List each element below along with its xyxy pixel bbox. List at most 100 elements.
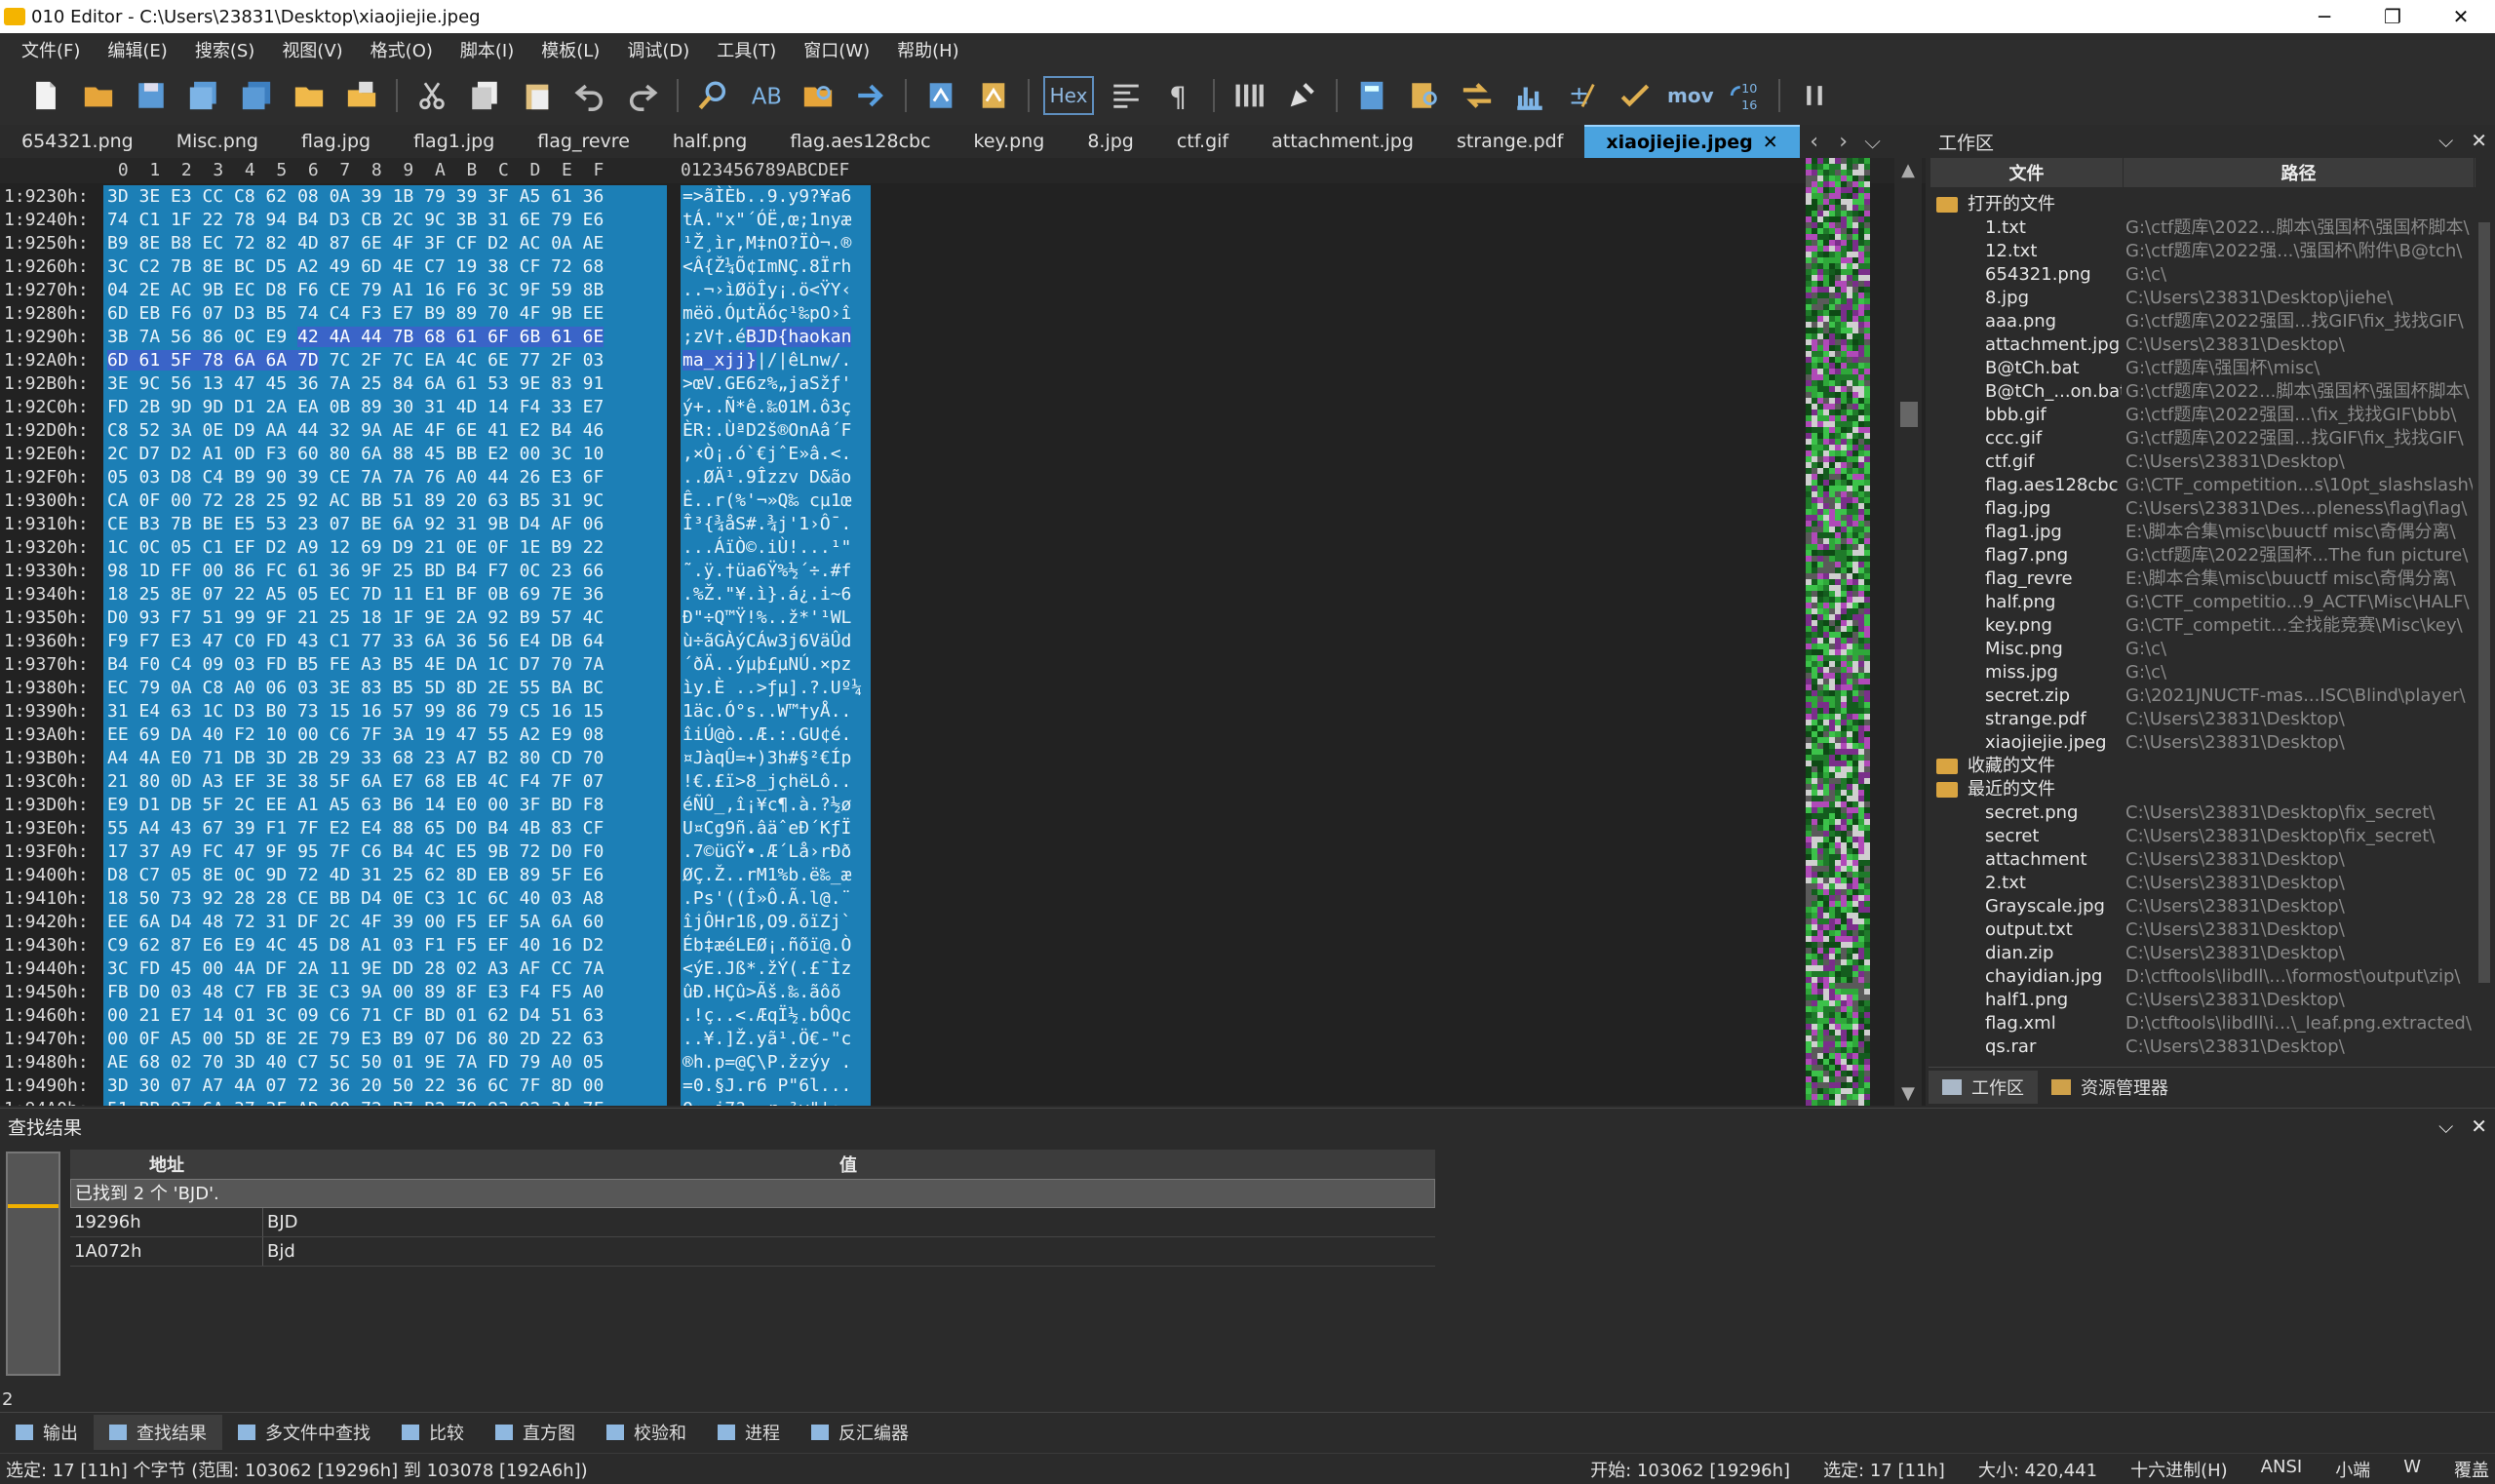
ascii-text[interactable]: tÁ."x"´ÓË,œ;1nyæ <box>681 209 871 232</box>
status-mode[interactable]: 十六进制(H) <box>2130 1457 2228 1482</box>
tab-ctf-gif[interactable]: ctf.gif <box>1155 125 1250 158</box>
col-address[interactable]: 地址 <box>70 1150 263 1179</box>
menu-edit[interactable]: 编辑(E) <box>94 37 180 62</box>
ascii-text[interactable]: ..¥.]Ž.yã¹.Ö€-"c <box>681 1028 871 1051</box>
menu-file[interactable]: 文件(F) <box>8 37 94 62</box>
tab-xiaojiejie-jpeg[interactable]: xiaojiejie.jpeg ✕ <box>1584 125 1800 158</box>
ascii-text[interactable]: .Ps'((Î»Ô.Ã.l@.¨ <box>681 887 871 911</box>
ascii-text[interactable]: Ê..r(%'¬»Q‰ cµ1œ <box>681 489 871 513</box>
hex-bytes[interactable]: EC 79 0A C8 A0 06 03 3E 83 B5 5D 8D 2E 5… <box>103 677 667 700</box>
tab-attachment-jpg[interactable]: attachment.jpg <box>1250 125 1435 158</box>
workspace-file-row[interactable]: half.png G:\CTF_competitio...9_ACTF\Misc\… <box>1929 591 2475 614</box>
ascii-text[interactable]: ìy.È ..>ƒµ].?.Uº¼ <box>681 677 871 700</box>
ascii-text[interactable]: ¹Ž¸ìr‚M‡nO?ÏÒ¬.® <box>681 232 871 255</box>
hex-bytes[interactable]: 3C C2 7B 8E BC D5 A2 49 6D 4E C7 19 38 C… <box>103 255 667 279</box>
save-icon[interactable] <box>132 76 171 115</box>
find-icon[interactable] <box>693 76 732 115</box>
tab-histogram[interactable]: 直方图 <box>480 1415 591 1450</box>
hex-bytes[interactable]: 18 25 8E 07 22 A5 05 EC 7D 11 E1 BF 0B 6… <box>103 583 667 606</box>
hex-bytes[interactable]: 6D EB F6 07 D3 B5 74 C4 F3 E7 B9 89 70 4… <box>103 302 667 326</box>
ascii-text[interactable]: îiÚ@ò..Æ.:.GU¢é. <box>681 723 871 747</box>
workspace-file-row[interactable]: flag7.png G:\ctf题库\2022强国杯...The fun pict… <box>1929 544 2475 567</box>
hex-bytes[interactable]: 74 C1 1F 22 78 94 B4 D3 CB 2C 9C 3B 31 6… <box>103 209 667 232</box>
tab-654321-png[interactable]: 654321.png <box>0 125 155 158</box>
workspace-file-row[interactable]: miss.jpg G:\c\ <box>1929 661 2475 684</box>
tab-flag-aes128cbc[interactable]: flag.aes128cbc <box>768 125 952 158</box>
tab-half-png[interactable]: half.png <box>651 125 768 158</box>
ascii-text[interactable]: ®h.p=@Ç\P.žzýy . <box>681 1051 871 1074</box>
ascii-text[interactable]: ma_xjj}|/|êLnw/. <box>681 349 871 372</box>
ascii-text[interactable]: Ð"÷Q™Ÿ!%..ž*'¹WL <box>681 606 871 630</box>
workspace-file-row[interactable]: secret C:\Users\23831\Desktop\fix_secret\ <box>1929 825 2475 848</box>
tab-next-icon[interactable]: › <box>1829 130 1858 154</box>
ascii-text[interactable]: ý+..Ñ*ê.‰01M.ô3ç <box>681 396 871 419</box>
hex-bytes[interactable]: 51 BB 97 6A 37 3F AD 00 72 B7 B2 79 93 9… <box>103 1098 667 1106</box>
hex-bytes[interactable]: 21 80 0D A3 EF 3E 38 5F 6A E7 68 EB 4C F… <box>103 770 667 794</box>
ascii-text[interactable]: ...ÁïÒ©.iÙ!...¹" <box>681 536 871 560</box>
workspace-scrollbar[interactable] <box>2476 193 2493 1061</box>
workspace-file-row[interactable]: 2.txt C:\Users\23831\Desktop\ <box>1929 872 2475 895</box>
workspace-file-row[interactable]: attachment C:\Users\23831\Desktop\ <box>1929 848 2475 872</box>
hex-row[interactable]: 1:9410h: 18 50 73 92 28 28 CE BB D4 0E C3… <box>0 887 1926 911</box>
chevron-down-icon[interactable]: ⌵ <box>2438 1114 2453 1138</box>
tab-explorer[interactable]: 资源管理器 <box>2038 1071 2182 1104</box>
workspace-file-row[interactable]: qs.rar C:\Users\23831\Desktop\ <box>1929 1035 2475 1059</box>
hex-bytes[interactable]: FD 2B 9D 9D D1 2A EA 0B 89 30 31 4D 14 F… <box>103 396 667 419</box>
ascii-text[interactable]: ÈR:.ÙªD2š®OnAâ´F <box>681 419 871 443</box>
chevron-down-icon[interactable]: ⌵ <box>2438 129 2453 152</box>
hex-bytes[interactable]: 55 A4 43 67 39 F1 7F E2 E4 88 65 D0 B4 4… <box>103 817 667 840</box>
tab-compare[interactable]: 比较 <box>386 1415 480 1450</box>
hex-mode-button[interactable]: Hex <box>1043 76 1094 115</box>
hex-row[interactable]: 1:92E0h: 2C D7 D2 A1 0D F3 60 80 6A 88 45… <box>0 443 1926 466</box>
new-file-icon[interactable] <box>26 76 65 115</box>
hex-body[interactable]: 1:9230h: 3D 3E E3 CC C8 62 08 0A 39 1B 79… <box>0 185 1926 1106</box>
hex-row[interactable]: 1:9360h: F9 F7 E3 47 C0 FD 43 C1 77 33 6A… <box>0 630 1926 653</box>
hex-bytes[interactable]: AE 68 02 70 3D 40 C7 5C 50 01 9E 7A FD 7… <box>103 1051 667 1074</box>
hex-bytes[interactable]: B4 F0 C4 09 03 FD B5 FE A3 B5 4E DA 1C D… <box>103 653 667 677</box>
group-recent-files[interactable]: 最近的文件 <box>1929 778 2475 801</box>
open-folder-icon[interactable] <box>79 76 118 115</box>
workspace-file-row[interactable]: aaa.png G:\ctf题库\2022强国...找GIF\fix_找找GIF\ <box>1929 310 2475 333</box>
close-icon[interactable]: ✕ <box>2471 129 2487 152</box>
col-value[interactable]: 值 <box>263 1150 1433 1179</box>
tab-flag-revre[interactable]: flag_revre <box>516 125 651 158</box>
hex-bytes[interactable]: A4 4A E0 71 DB 3D 2B 29 33 68 23 A7 B2 8… <box>103 747 667 770</box>
menu-script[interactable]: 脚本(I) <box>447 37 527 62</box>
group-favorite-files[interactable]: 收藏的文件 <box>1929 755 2475 778</box>
ascii-text[interactable]: 1äc.Ó°s..W™†yÅ.. <box>681 700 871 723</box>
status-overwrite[interactable]: 覆盖 <box>2454 1457 2489 1482</box>
workspace-file-row[interactable]: 8.jpg C:\Users\23831\Desktop\jiehe\ <box>1929 287 2475 310</box>
tab-flag-jpg[interactable]: flag.jpg <box>280 125 392 158</box>
hex-row[interactable]: 1:92A0h: 6D 61 5F 78 6A 6A 7D 7C 2F 7C EA… <box>0 349 1926 372</box>
hex-bytes[interactable]: EE 69 DA 40 F2 10 00 C6 7F 3A 19 47 55 A… <box>103 723 667 747</box>
scroll-thumb[interactable] <box>1900 402 1918 427</box>
hex-row[interactable]: 1:9430h: C9 62 87 E6 E9 4C 45 D8 A1 03 F1… <box>0 934 1926 957</box>
workspace-file-row[interactable]: attachment.jpg C:\Users\23831\Desktop\ <box>1929 333 2475 357</box>
workspace-file-row[interactable]: 12.txt G:\ctf题库\2022强...\强国杯\附件\B@tch\ <box>1929 240 2475 263</box>
menu-debug[interactable]: 调试(D) <box>613 37 703 62</box>
calculator-icon[interactable] <box>1352 76 1391 115</box>
hex-row[interactable]: 1:9460h: 00 21 E7 14 01 3C 09 C6 71 CF BD… <box>0 1004 1926 1028</box>
workspace-file-row[interactable]: bbb.gif G:\ctf题库\2022强国...\fix_找找GIF\bbb\ <box>1929 404 2475 427</box>
hex-bytes[interactable]: E9 D1 DB 5F 2C EE A1 A5 63 B6 14 E0 00 3… <box>103 794 667 817</box>
hex-row[interactable]: 1:9440h: 3C FD 45 00 4A DF 2A 11 9E DD 28… <box>0 957 1926 981</box>
hex-bytes[interactable]: 3D 3E E3 CC C8 62 08 0A 39 1B 79 39 3F A… <box>103 185 667 209</box>
hex-row[interactable]: 1:9350h: D0 93 F7 51 99 9F 21 25 18 1F 9E… <box>0 606 1926 630</box>
hex-row[interactable]: 1:93D0h: E9 D1 DB 5F 2C EE A1 A5 63 B6 14… <box>0 794 1926 817</box>
scroll-down-icon[interactable]: ▼ <box>1898 1083 1918 1104</box>
ascii-text[interactable]: !€.£ï>8_jçhëLô.. <box>681 770 871 794</box>
hex-bytes[interactable]: 98 1D FF 00 86 FC 61 36 9F 25 BD B4 F7 0… <box>103 560 667 583</box>
columns-icon[interactable] <box>1229 76 1268 115</box>
hex-bytes[interactable]: D8 C7 05 8E 0C 9D 72 4D 31 25 62 8D EB 8… <box>103 864 667 887</box>
status-write[interactable]: W <box>2403 1457 2421 1482</box>
workspace-file-row[interactable]: secret.png C:\Users\23831\Desktop\fix_sec… <box>1929 801 2475 825</box>
close-tab-icon[interactable]: ✕ <box>1763 132 1778 153</box>
hex-bytes[interactable]: 31 E4 63 1C D3 B0 73 15 16 57 99 86 79 C… <box>103 700 667 723</box>
hex-row[interactable]: 1:93B0h: A4 4A E0 71 DB 3D 2B 29 33 68 23… <box>0 747 1926 770</box>
undo-icon[interactable] <box>570 76 609 115</box>
base-convert-icon[interactable]: 10 16 <box>1725 76 1764 115</box>
hex-bytes[interactable]: CA 0F 00 72 28 25 92 AC BB 51 89 20 63 B… <box>103 489 667 513</box>
ascii-text[interactable]: îjÔHr1ß,O9.õïZj` <box>681 911 871 934</box>
hex-row[interactable]: 1:9320h: 1C 0C 05 C1 EF D2 A9 12 69 D9 21… <box>0 536 1926 560</box>
hex-bytes[interactable]: 3C FD 45 00 4A DF 2A 11 9E DD 28 02 A3 A… <box>103 957 667 981</box>
